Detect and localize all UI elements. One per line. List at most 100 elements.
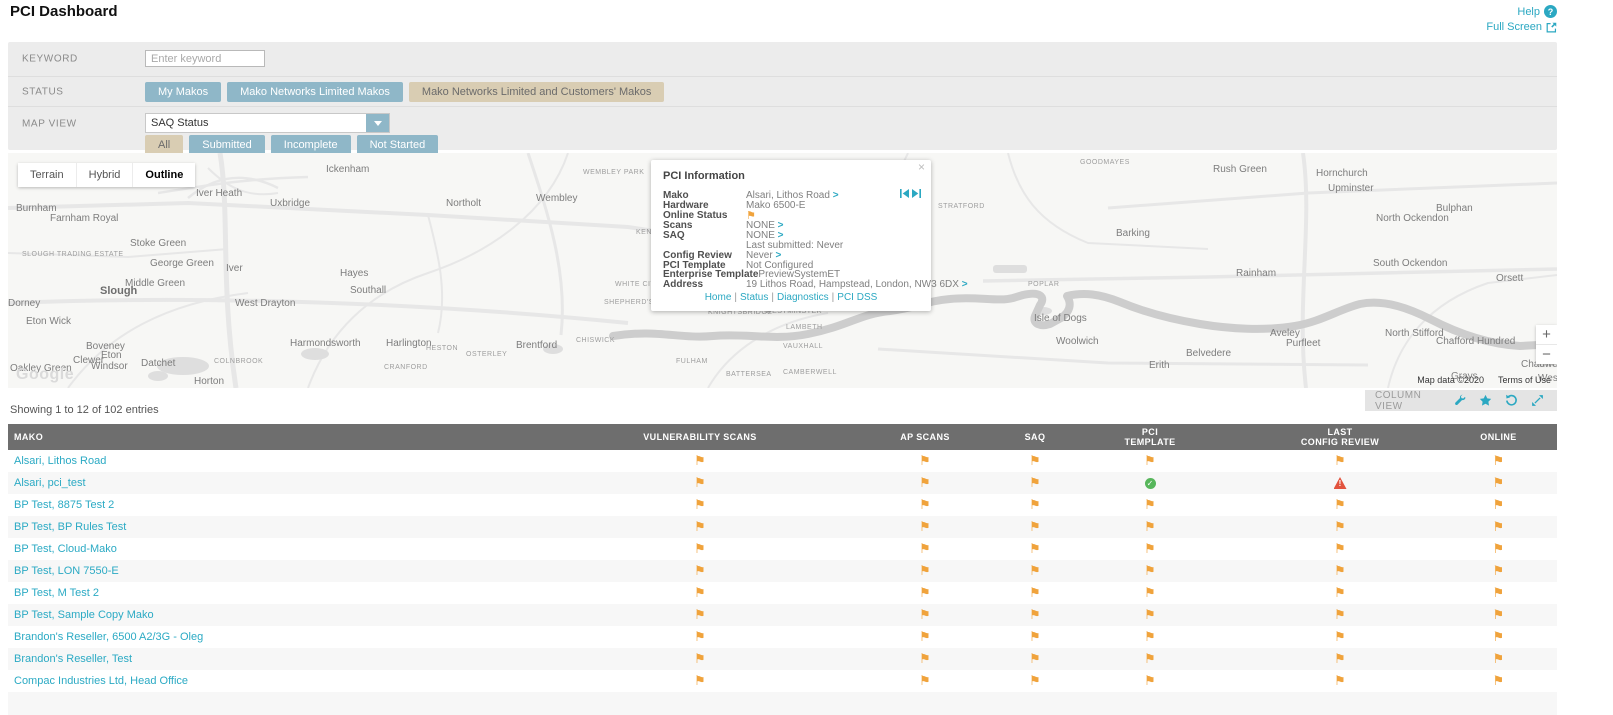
table-row: Alsari, pci_test ⚑ ⚑ ⚑ ✓! ⚑ (8, 472, 1557, 494)
flag-icon: ⚑ (694, 629, 706, 645)
table-row: BP Test, Cloud-Mako ⚑ ⚑ ⚑ ⚑ ⚑ ⚑ (8, 538, 1557, 560)
map-type-button-hybrid[interactable]: Hybrid (76, 163, 134, 187)
undo-icon[interactable] (1505, 394, 1518, 407)
keyword-input[interactable] (145, 50, 265, 67)
mako-link[interactable]: BP Test, LON 7550-E (14, 565, 119, 577)
popup-navigation (900, 189, 921, 198)
terms-of-use-link[interactable]: Terms of Use (1498, 375, 1551, 385)
help-icon[interactable]: ? (1544, 5, 1557, 18)
status-cell: ⚑ (560, 675, 840, 688)
popup-link-pci-dss[interactable]: PCI DSS (837, 292, 877, 303)
status-button-mako-networks-limited-and-customers-makos[interactable]: Mako Networks Limited and Customers' Mak… (408, 82, 665, 102)
saq-button-all[interactable]: All (145, 135, 184, 155)
link-arrow-icon[interactable]: > (962, 279, 968, 290)
table-header: MAKO VULNERABILITY SCANS AP SCANS SAQ PCI TE… (8, 424, 1557, 450)
status-button-my-makos[interactable]: My Makos (145, 82, 222, 102)
help-link[interactable]: Help ? (1517, 5, 1557, 18)
status-cell: ! (1240, 477, 1440, 489)
map-type-button-terrain[interactable]: Terrain (18, 163, 77, 187)
flag-icon: ⚑ (1144, 453, 1156, 469)
map-label: Iver Heath (196, 188, 243, 199)
chevron-down-icon[interactable] (366, 114, 389, 132)
external-link-icon (1546, 22, 1557, 33)
mako-link[interactable]: Brandon's Reseller, 6500 A2/3G - Oleg (14, 631, 203, 643)
status-cell: ⚑ (1440, 455, 1557, 468)
popup-row-label: SAQ (663, 230, 685, 242)
mako-link[interactable]: Alsari, pci_test (14, 477, 86, 489)
mako-name-cell: BP Test, LON 7550-E (8, 565, 560, 577)
star-icon[interactable] (1479, 394, 1492, 407)
mako-link[interactable]: Brandon's Reseller, Test (14, 653, 132, 665)
mako-link[interactable]: BP Test, M Test 2 (14, 587, 99, 599)
status-cell: ⚑ (1010, 587, 1060, 600)
expand-icon[interactable] (1531, 394, 1544, 407)
status-cell: ⚑ (1440, 587, 1557, 600)
column-header-vulnerability-scans[interactable]: VULNERABILITY SCANS (560, 432, 840, 442)
flag-icon: ⚑ (1144, 519, 1156, 535)
status-cell: ⚑ (1240, 587, 1440, 600)
mako-link[interactable]: Compac Industries Ltd, Head Office (14, 675, 188, 687)
map-label: Northolt (446, 198, 482, 209)
column-header-saq[interactable]: SAQ (1010, 432, 1060, 442)
map-type-button-outline[interactable]: Outline (133, 163, 196, 187)
link-arrow-icon[interactable]: > (833, 190, 839, 201)
map-attribution: Map data ©2020 Terms of Use (1417, 375, 1551, 385)
column-header-mako[interactable]: MAKO (8, 432, 560, 442)
column-header-online[interactable]: ONLINE (1440, 432, 1557, 442)
column-view-label: COLUMN VIEW (1375, 389, 1422, 412)
status-cell: ⚑ (1440, 609, 1557, 622)
map-type-button-group: Terrain Hybrid Outline (18, 163, 196, 187)
full-screen-link[interactable]: Full Screen (1486, 21, 1557, 33)
flag-icon: ⚑ (1334, 497, 1346, 513)
map-label: Dorney (8, 298, 41, 309)
map-view-select[interactable]: SAQ Status (145, 113, 390, 133)
status-cell: ⚑ (560, 455, 840, 468)
popup-link-home[interactable]: Home (705, 292, 732, 303)
status-cell: ⚑ (1440, 521, 1557, 534)
map-label: Woolwich (1056, 336, 1099, 347)
column-header-last-config-review[interactable]: LAST CONFIG REVIEW (1240, 427, 1440, 447)
column-header-ap-scans[interactable]: AP SCANS (840, 432, 1010, 442)
close-icon[interactable]: × (918, 161, 925, 173)
status-button-mako-networks-limited-makos[interactable]: Mako Networks Limited Makos (227, 82, 403, 102)
map-label: Uxbridge (270, 198, 311, 209)
next-mako-icon[interactable] (912, 189, 921, 198)
status-cell: ⚑ (1240, 455, 1440, 468)
flag-icon: ⚑ (694, 541, 706, 557)
flag-icon: ⚑ (919, 607, 931, 623)
previous-mako-icon[interactable] (900, 189, 909, 198)
saq-button-submitted[interactable]: Submitted (189, 135, 265, 155)
mako-link[interactable]: Alsari, Lithos Road (14, 455, 106, 467)
popup-link-diagnostics[interactable]: Diagnostics (777, 292, 829, 303)
wrench-icon[interactable] (1453, 394, 1466, 407)
table-row: BP Test, Sample Copy Mako ⚑ ⚑ ⚑ ⚑ ⚑ ⚑ (8, 604, 1557, 626)
mako-link[interactable]: BP Test, BP Rules Test (14, 521, 126, 533)
zoom-out-button[interactable]: − (1536, 344, 1557, 364)
saq-button-not-started[interactable]: Not Started (356, 135, 439, 155)
map-label: Isle of Dogs (1034, 313, 1087, 324)
map-label: Rainham (1236, 268, 1277, 279)
map-label: Harlington (386, 338, 432, 349)
status-cell: ⚑ (1240, 543, 1440, 556)
popup-row-value[interactable]: 19 Lithos Road, Hampstead, London, NW3 6… (746, 280, 968, 290)
map-canvas[interactable]: Stoke PogesIckenhamWEMBLEY PARKGOODMAYES… (8, 153, 1557, 388)
status-cell: ⚑ (840, 609, 1010, 622)
mako-link[interactable]: BP Test, Cloud-Mako (14, 543, 117, 555)
column-header-pci-template[interactable]: PCI TEMPLATE (1060, 427, 1240, 447)
flag-icon: ⚑ (1144, 563, 1156, 579)
zoom-in-button[interactable]: + (1536, 325, 1557, 344)
map-label: Upminster (1328, 183, 1374, 194)
mako-link[interactable]: BP Test, Sample Copy Mako (14, 609, 154, 621)
saq-button-incomplete[interactable]: Incomplete (270, 135, 351, 155)
table-row: BP Test, M Test 2 ⚑ ⚑ ⚑ ⚑ ⚑ ⚑ (8, 582, 1557, 604)
map-label: Orsett (1496, 273, 1524, 284)
status-cell: ⚑ (1060, 653, 1240, 666)
status-cell: ⚑ (560, 521, 840, 534)
flag-icon: ⚑ (919, 541, 931, 557)
mako-link[interactable]: BP Test, 8875 Test 2 (14, 499, 114, 511)
popup-link-status[interactable]: Status (740, 292, 768, 303)
map-label: Ickenham (326, 164, 370, 175)
mako-name-cell: Brandon's Reseller, 6500 A2/3G - Oleg (8, 631, 560, 643)
flag-icon: ⚑ (1492, 475, 1505, 491)
map-label: Datchet (141, 358, 176, 369)
